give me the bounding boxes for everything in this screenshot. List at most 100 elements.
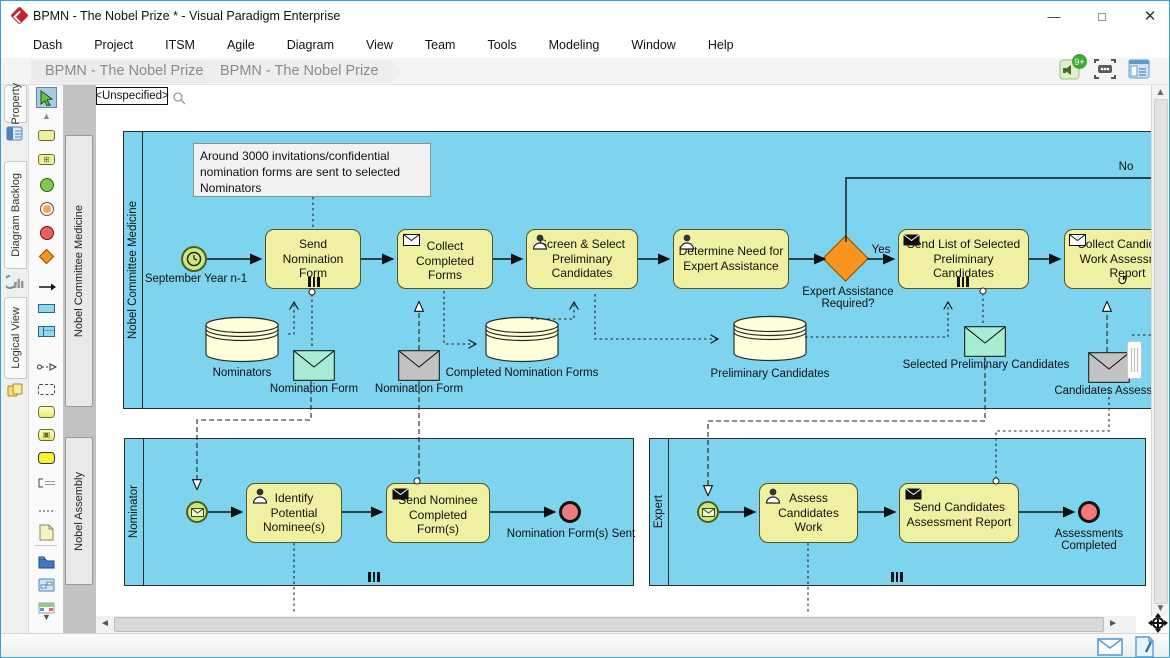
horizontal-scrollbar[interactable]: ◄ ► (96, 616, 1136, 633)
menu-dash[interactable]: Dash (17, 38, 78, 52)
shape-toolbar: ▲ ⊞ ▣ ▼ (29, 85, 63, 633)
scroll-up-arrow[interactable]: ▲ (1152, 87, 1169, 98)
menu-agile[interactable]: Agile (211, 38, 271, 52)
pan-tool-icon[interactable] (1148, 613, 1168, 633)
zoom-combo[interactable]: <Unspecified> (96, 87, 168, 105)
menu-window[interactable]: Window (615, 38, 691, 52)
start-event-shape-icon[interactable] (36, 174, 57, 195)
message-nomination-form-green[interactable] (293, 350, 335, 381)
end-event-assessments-completed[interactable] (1078, 501, 1100, 523)
vertical-scrollbar[interactable]: ▲ ▼ (1151, 85, 1169, 616)
maximize-button[interactable]: □ (1093, 9, 1111, 24)
data-store-nominators[interactable] (204, 315, 280, 365)
data-store-label: Preliminary Candidates (702, 368, 838, 380)
end-event-shape-icon[interactable] (36, 222, 57, 243)
notification-badge: 9+ (1072, 54, 1087, 69)
lane-shape-icon[interactable] (36, 321, 57, 342)
minimize-button[interactable]: — (1045, 9, 1063, 24)
floating-scroll-handle[interactable] (1127, 341, 1142, 379)
association-flow-icon[interactable] (36, 356, 57, 377)
breadcrumb-item[interactable]: BPMN - The Nobel Prize (31, 60, 227, 83)
message-icon (1069, 234, 1086, 246)
diagram-backlog-icon[interactable] (6, 273, 24, 291)
message-label: Candidates Assessment (1026, 385, 1153, 397)
menu-itsm[interactable]: ITSM (149, 38, 211, 52)
menu-help[interactable]: Help (692, 38, 750, 52)
yes-flow-label: Yes (866, 244, 896, 256)
task-shape-icon[interactable] (36, 125, 57, 146)
breadcrumb-item[interactable]: BPMN - The Nobel Prize (206, 60, 402, 83)
menu-tools[interactable]: Tools (471, 38, 532, 52)
end-event-nomination-forms-sent[interactable] (559, 501, 581, 523)
gateway-shape-icon[interactable] (36, 246, 57, 267)
message-label: Selected Preliminary Candidates (896, 359, 1076, 371)
note-shape-icon[interactable] (36, 522, 57, 543)
visual-paradigm-logo-icon (10, 6, 28, 24)
scroll-up-icon[interactable]: ▲ (36, 111, 57, 121)
text-annotation-icon[interactable] (36, 472, 57, 493)
end-event-label: Nomination Form(s) Sent (506, 528, 636, 540)
search-icon[interactable] (172, 91, 186, 105)
message-start-event-expert[interactable] (697, 501, 719, 523)
end-event-label: Assessments Completed (1029, 528, 1149, 552)
callout-shape-icon[interactable] (36, 447, 57, 468)
scroll-right-arrow[interactable]: ► (1108, 618, 1118, 629)
cursor-tool-icon[interactable] (36, 87, 57, 108)
menu-modeling[interactable]: Modeling (533, 38, 616, 52)
data-store-icon[interactable] (36, 401, 57, 422)
menu-view[interactable]: View (350, 38, 409, 52)
tab-property[interactable]: Property (4, 85, 27, 123)
message-icon-filled (903, 234, 920, 246)
close-button[interactable]: ✕ (1141, 7, 1159, 25)
pool-strip-nobel-committee[interactable]: Nobel Committee Medicine (65, 135, 93, 407)
logical-view-icon[interactable] (6, 381, 24, 399)
menu-diagram[interactable]: Diagram (271, 38, 350, 52)
title-bar: BPMN - The Nobel Prize * - Visual Paradi… (1, 1, 1169, 31)
edit-document-icon[interactable] (1135, 636, 1155, 658)
pool-overview-strip: Nobel Committee Medicine Nobel Assembly (63, 85, 96, 633)
pool-strip-nobel-assembly[interactable]: Nobel Assembly (65, 437, 93, 585)
loop-marker: ↺ (1117, 273, 1128, 289)
diagram-canvas[interactable]: <Unspecified> Nobel Committee Medicine N… (96, 85, 1153, 616)
message-label: Nomination Form (264, 383, 364, 395)
data-store-completed-nomination-forms[interactable] (484, 315, 560, 365)
timer-start-event[interactable] (181, 246, 207, 272)
pool-shape-icon[interactable] (36, 298, 57, 319)
dashed-connector-icon[interactable] (36, 498, 57, 519)
message-icon (403, 234, 420, 246)
horizontal-scroll-thumb[interactable] (114, 617, 1104, 632)
diagram-overview-icon[interactable] (36, 574, 57, 595)
announcement-icon[interactable]: 9+ (1059, 57, 1083, 81)
message-pane-icon[interactable] (1097, 638, 1123, 656)
data-store-preliminary-candidates[interactable] (732, 314, 808, 364)
scroll-left-arrow[interactable]: ◄ (100, 618, 110, 629)
data-store-plus-icon[interactable]: ▣ (36, 424, 57, 445)
panel-layout-icon[interactable] (1127, 57, 1151, 81)
message-candidates-assessment[interactable] (1088, 352, 1130, 383)
left-tab-strip: Property Diagram Backlog Logical View (1, 85, 29, 633)
fit-to-window-icon[interactable] (1093, 57, 1117, 81)
group-shape-icon[interactable] (36, 379, 57, 400)
gateway-label: Expert Assistance Required? (798, 286, 898, 310)
status-bar (1, 633, 1169, 658)
vertical-scroll-thumb[interactable] (1154, 99, 1168, 604)
scroll-down-icon[interactable]: ▼ (36, 612, 57, 622)
text-annotation[interactable]: Around 3000 invitations/confidential nom… (193, 143, 431, 197)
pool-expert[interactable]: Expert (649, 438, 1146, 586)
sequence-flow-icon[interactable] (36, 276, 57, 297)
intermediate-event-shape-icon[interactable] (36, 198, 57, 219)
message-nomination-form-gray[interactable] (398, 350, 440, 381)
model-folder-icon[interactable] (36, 551, 57, 572)
pool-label-band[interactable]: Nominator (125, 439, 144, 585)
property-view-icon[interactable] (6, 125, 24, 143)
pool-label-band[interactable]: Nobel Committee Medicine (124, 132, 143, 408)
pool-label-band[interactable]: Expert (650, 439, 669, 585)
menu-project[interactable]: Project (78, 38, 149, 52)
tab-logical-view[interactable]: Logical View (4, 297, 27, 379)
subprocess-shape-icon[interactable]: ⊞ (36, 149, 57, 170)
message-start-event-nominator[interactable] (186, 501, 208, 523)
message-selected-preliminary-candidates[interactable] (964, 326, 1006, 357)
tab-diagram-backlog[interactable]: Diagram Backlog (4, 161, 27, 269)
pool-multi-instance-marker (891, 572, 903, 582)
menu-team[interactable]: Team (409, 38, 472, 52)
